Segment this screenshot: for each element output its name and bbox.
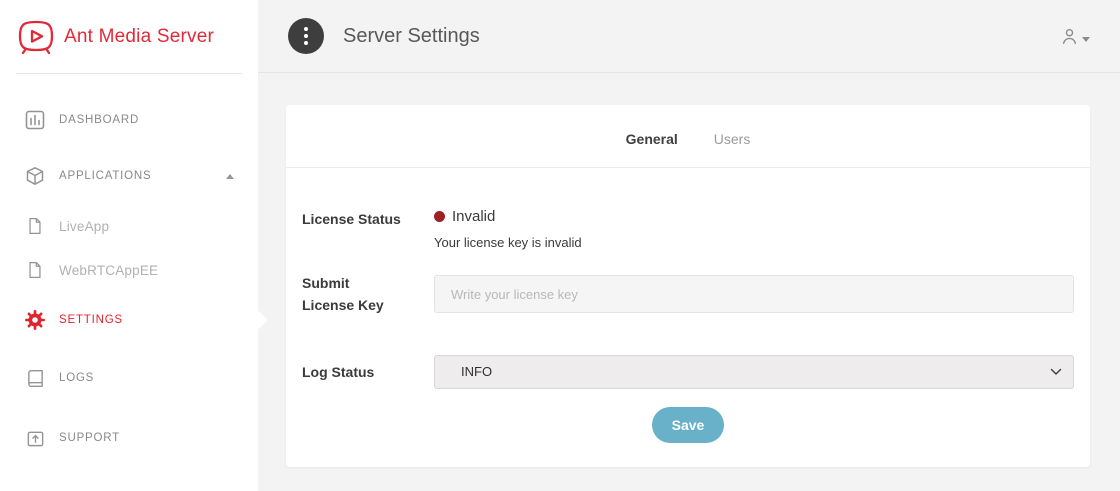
license-status-detail: Your license key is invalid <box>434 235 1074 250</box>
content-area: General Users License Status Invalid You… <box>258 73 1120 491</box>
tab-bar: General Users <box>286 105 1090 168</box>
support-icon <box>24 429 46 448</box>
log-status-row: Log Status INFO <box>302 355 1074 389</box>
page-title: Server Settings <box>343 25 480 48</box>
status-dot <box>434 211 445 222</box>
gear-icon <box>24 309 46 331</box>
sidebar-item-applications[interactable]: APPLICATIONS <box>0 148 258 204</box>
sidebar-menu: DASHBOARD APPLICATIONS <box>0 74 258 468</box>
logs-icon <box>24 369 46 388</box>
sidebar-item-label: LOGS <box>59 372 94 384</box>
app-window: Ant Media Server DASHBOARD <box>0 0 1120 491</box>
license-status-row: License Status Invalid Your license key … <box>302 208 1074 250</box>
license-key-row: Submit License Key <box>302 272 1074 317</box>
sidebar-item-label: WebRTCAppEE <box>59 263 158 278</box>
sidebar-item-liveapp[interactable]: LiveApp <box>0 204 258 248</box>
license-key-label: Submit License Key <box>302 272 434 317</box>
tab-users[interactable]: Users <box>714 131 751 147</box>
sidebar-item-webrtcappee[interactable]: WebRTCAppEE <box>0 248 258 292</box>
ant-media-logo-icon <box>16 19 56 55</box>
logo[interactable]: Ant Media Server <box>0 0 258 73</box>
kebab-menu-button[interactable] <box>288 18 324 54</box>
user-icon <box>1060 27 1079 46</box>
file-icon <box>24 261 46 279</box>
license-status-value-block: Invalid Your license key is invalid <box>434 208 1074 250</box>
logo-text: Ant Media Server <box>64 26 214 48</box>
topbar: Server Settings <box>258 0 1120 73</box>
collapse-up-icon <box>226 174 234 179</box>
user-menu-button[interactable] <box>1060 27 1090 46</box>
sidebar-item-label: LiveApp <box>59 219 109 234</box>
save-row: Save <box>302 407 1074 443</box>
applications-icon <box>24 166 46 186</box>
caret-down-icon <box>1082 37 1090 42</box>
sidebar: Ant Media Server DASHBOARD <box>0 0 258 491</box>
dashboard-icon <box>24 110 46 130</box>
kebab-icon <box>304 27 308 31</box>
sidebar-item-settings[interactable]: SETTINGS <box>0 292 258 348</box>
log-status-label: Log Status <box>302 361 434 383</box>
sidebar-item-support[interactable]: SUPPORT <box>0 408 258 468</box>
sidebar-item-dashboard[interactable]: DASHBOARD <box>0 92 258 148</box>
log-status-select[interactable]: INFO <box>434 355 1074 389</box>
sidebar-item-label: SUPPORT <box>59 432 120 444</box>
license-status-value: Invalid <box>452 208 495 225</box>
settings-card: General Users License Status Invalid You… <box>286 105 1090 467</box>
sidebar-item-logs[interactable]: LOGS <box>0 348 258 408</box>
file-icon <box>24 217 46 235</box>
save-button[interactable]: Save <box>652 407 725 443</box>
settings-form: License Status Invalid Your license key … <box>286 168 1090 443</box>
sidebar-item-label: DASHBOARD <box>59 114 139 126</box>
sidebar-item-label: APPLICATIONS <box>59 170 151 182</box>
tab-general[interactable]: General <box>626 131 678 147</box>
license-status-label: License Status <box>302 208 434 230</box>
sidebar-item-label: SETTINGS <box>59 314 123 326</box>
main-area: Server Settings General Users <box>258 0 1120 491</box>
license-key-input[interactable] <box>434 275 1074 313</box>
